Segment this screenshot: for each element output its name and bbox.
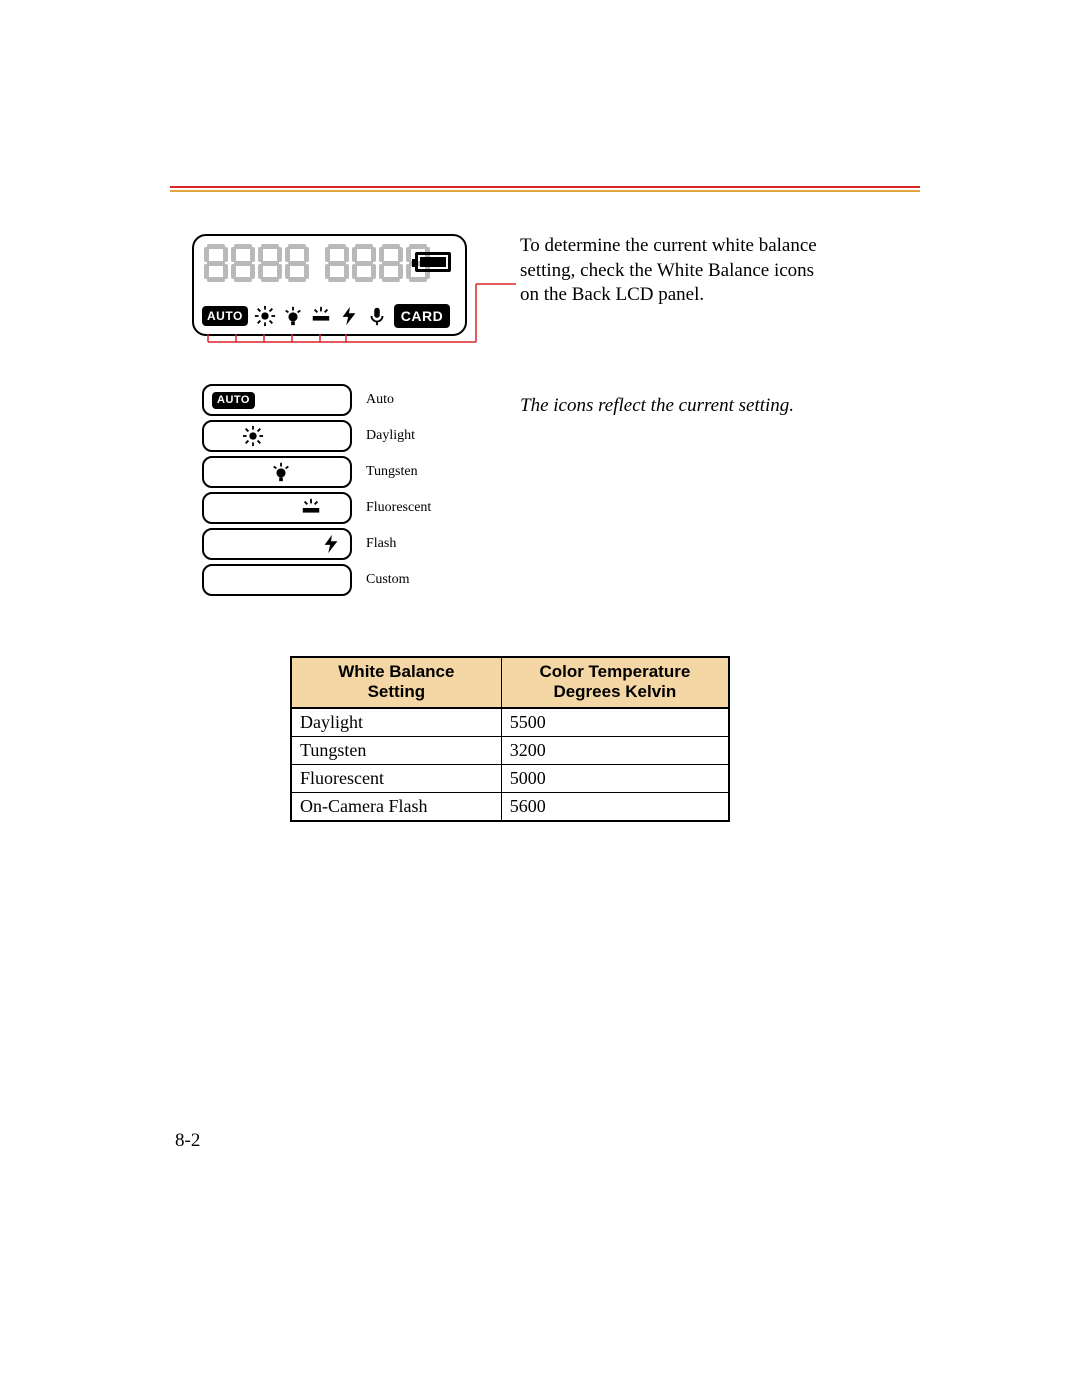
microphone-icon [366,305,388,327]
legend-pill-tungsten [202,456,352,488]
tungsten-icon [282,305,304,327]
legend-row-tungsten: Tungsten [202,456,442,488]
legend-label: Flash [366,536,396,552]
legend-pill-auto: AUTO [202,384,352,416]
card-icon: CARD [394,304,450,328]
manual-page: AUTO CARD [0,0,1080,1397]
cell-kelvin: 5500 [501,708,729,737]
th-line: Degrees Kelvin [553,682,676,701]
table-row: Daylight 5500 [291,708,729,737]
lcd-digit [352,244,376,282]
cell-setting: Fluorescent [291,764,501,792]
legend-label: Custom [366,572,410,588]
legend-label: Tungsten [366,464,418,480]
lcd-digit [231,244,255,282]
legend-row-fluorescent: Fluorescent [202,492,442,524]
table-header-kelvin: Color Temperature Degrees Kelvin [501,657,729,708]
legend-pill-custom [202,564,352,596]
page-number: 8-2 [175,1130,200,1152]
lcd-digit [285,244,309,282]
th-line: Color Temperature [539,662,690,681]
flash-icon [338,305,360,327]
cell-setting: Tungsten [291,736,501,764]
lcd-white-balance-icons: AUTO CARD [202,304,450,328]
cell-kelvin: 5600 [501,792,729,821]
back-lcd-panel: AUTO CARD [192,234,467,336]
legend-label: Auto [366,392,394,408]
fluorescent-icon [310,305,332,327]
white-balance-table: White Balance Setting Color Temperature … [290,656,730,822]
legend-label: Fluorescent [366,500,431,516]
legend-pill-daylight [202,420,352,452]
legend-row-daylight: Daylight [202,420,442,452]
th-line: Setting [368,682,426,701]
cell-setting: Daylight [291,708,501,737]
legend-pill-fluorescent [202,492,352,524]
table-row: Fluorescent 5000 [291,764,729,792]
header-rule-gold [170,190,920,192]
lcd-digit [204,244,228,282]
table-row: Tungsten 3200 [291,736,729,764]
battery-icon [415,252,451,272]
cell-kelvin: 3200 [501,736,729,764]
legend-row-flash: Flash [202,528,442,560]
lcd-digit [379,244,403,282]
tungsten-icon [270,461,292,483]
legend-row-auto: AUTO Auto [202,384,442,416]
lcd-digit-row [204,244,430,282]
table-header-row: White Balance Setting Color Temperature … [291,657,729,708]
legend-row-custom: Custom [202,564,442,596]
daylight-icon [242,425,264,447]
flash-icon [320,533,342,555]
table-row: On-Camera Flash 5600 [291,792,729,821]
cell-kelvin: 5000 [501,764,729,792]
legend-pill-flash [202,528,352,560]
table-header-setting: White Balance Setting [291,657,501,708]
lcd-digit [325,244,349,282]
auto-icon: AUTO [212,392,255,409]
intro-paragraph: To determine the current white balance s… [520,234,820,308]
daylight-icon [254,305,276,327]
cell-setting: On-Camera Flash [291,792,501,821]
lcd-digit [258,244,282,282]
fluorescent-icon [300,497,322,519]
header-rule-red [170,186,920,188]
white-balance-legend: AUTO Auto Daylight Tungsten [202,384,442,600]
icon-caption: The icons reflect the current setting. [520,394,800,419]
th-line: White Balance [338,662,454,681]
auto-icon: AUTO [202,306,248,326]
legend-label: Daylight [366,428,415,444]
